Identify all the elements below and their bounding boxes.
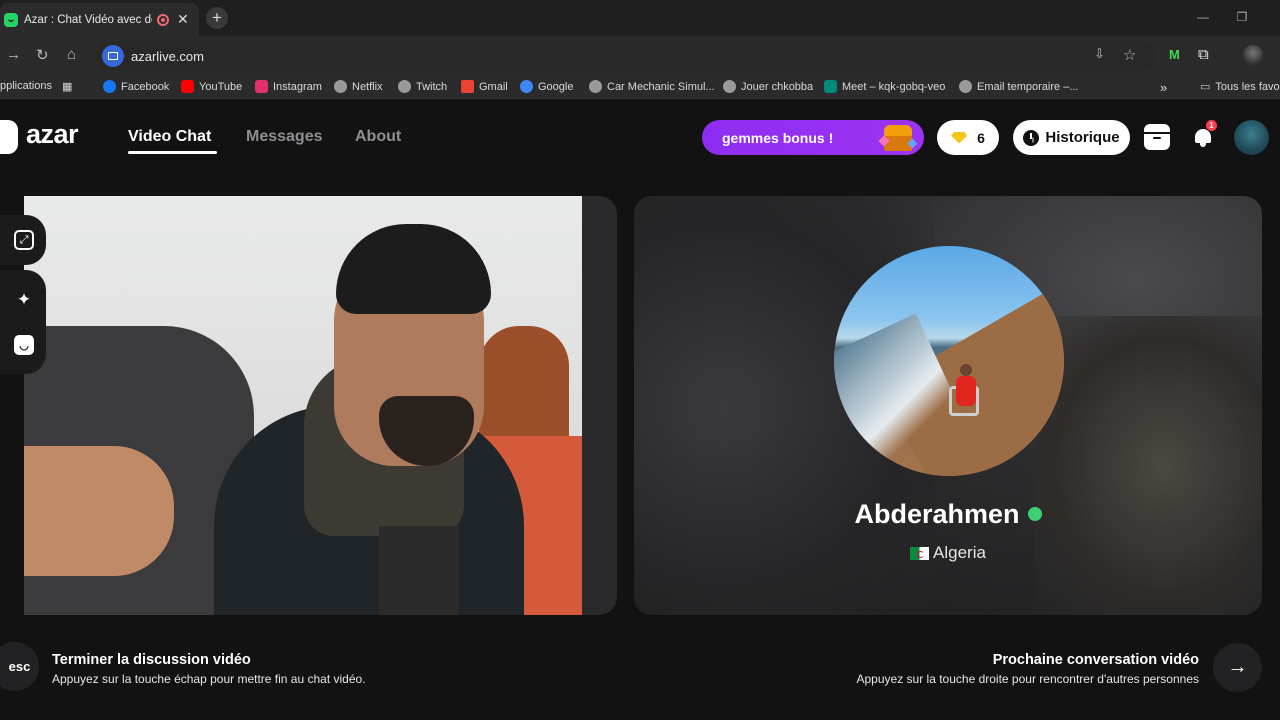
bookmark-car-mechanic[interactable]: Car Mechanic Simul...	[589, 80, 715, 93]
expand-icon[interactable]: ⤢	[14, 230, 34, 250]
tab-title: Azar : Chat Vidéo avec de n	[24, 13, 152, 26]
local-video-feed	[24, 196, 617, 615]
youtube-icon	[181, 80, 194, 93]
next-chat-hint: Appuyez sur la touche droite pour rencon…	[856, 672, 1200, 686]
bookmark-gmail[interactable]: Gmail	[461, 80, 508, 93]
azar-favicon-icon	[4, 12, 18, 27]
treasure-chest-icon	[878, 123, 918, 153]
bookmark-netflix[interactable]: Netflix	[334, 80, 383, 93]
apps-grid-icon[interactable]: ▦	[62, 80, 72, 93]
history-label: Historique	[1045, 129, 1120, 146]
gmail-icon	[461, 80, 474, 93]
bookmark-meet[interactable]: Meet – kqk-gobq-veo	[824, 80, 945, 93]
notification-badge: 1	[1206, 120, 1217, 131]
algeria-flag-icon	[910, 546, 930, 560]
nav-messages[interactable]: Messages	[246, 128, 323, 146]
facebook-icon	[103, 80, 116, 93]
partner-profile-photo	[834, 246, 1064, 476]
azar-logo[interactable]: azar	[26, 119, 79, 150]
bookmark-email-temp[interactable]: Email temporaire –...	[959, 80, 1078, 93]
expand-tool-panel: ⤢	[0, 215, 46, 265]
partner-country: Algeria	[634, 543, 1262, 563]
remote-video-feed: Abderahmen Algeria	[634, 196, 1262, 615]
address-bar[interactable]: azarlive.com	[96, 41, 1156, 71]
new-tab-button[interactable]: +	[206, 7, 228, 29]
forward-icon[interactable]: →	[6, 46, 21, 63]
end-chat-title: Terminer la discussion vidéo	[52, 652, 251, 668]
magic-wand-icon[interactable]: ✦	[14, 290, 34, 310]
user-avatar[interactable]	[1234, 120, 1269, 155]
bookmark-youtube[interactable]: YouTube	[181, 80, 242, 93]
bonus-gems-button[interactable]: gemmes bonus !	[702, 120, 924, 155]
partner-name: Abderahmen	[634, 499, 1262, 530]
restore-button[interactable]: ❐	[1222, 0, 1262, 34]
globe-icon	[334, 80, 347, 93]
browser-tab[interactable]: Azar : Chat Vidéo avec de n ✕	[0, 3, 199, 36]
bookmarks-overflow-icon[interactable]: »	[1160, 80, 1167, 95]
browser-toolbar: → ↻ ⌂ azarlive.com ⇩ ☆ M ⧉	[0, 36, 1280, 76]
globe-icon	[959, 80, 972, 93]
extension-m-icon[interactable]: M	[1169, 47, 1180, 62]
gems-count: 6	[977, 129, 985, 146]
gem-icon	[951, 131, 968, 144]
nav-video-chat[interactable]: Video Chat	[128, 128, 211, 146]
bookmarks-bar: pplications ▦ Facebook YouTube Instagram…	[0, 76, 1280, 100]
clock-icon	[1023, 129, 1040, 146]
bookmark-chkobba[interactable]: Jouer chkobba	[723, 80, 813, 93]
bookmark-star-icon[interactable]: ☆	[1123, 46, 1136, 64]
azar-logo-icon[interactable]	[0, 120, 18, 154]
all-bookmarks-folder[interactable]: ▭ Tous les favo	[1200, 80, 1280, 94]
bookmark-twitch[interactable]: Twitch	[398, 80, 447, 93]
bookmark-google[interactable]: Google	[520, 80, 573, 93]
site-info-icon[interactable]	[102, 45, 124, 67]
browser-tab-strip: Azar : Chat Vidéo avec de n ✕ + — ❐	[0, 0, 1280, 36]
globe-icon	[589, 80, 602, 93]
end-chat-hint: Appuyez sur la touche échap pour mettre …	[52, 672, 366, 686]
verified-icon	[1027, 506, 1042, 521]
bookmark-instagram[interactable]: Instagram	[255, 80, 322, 93]
nav-active-indicator	[128, 151, 217, 154]
azar-page: azar Video Chat Messages About gemmes bo…	[0, 100, 1280, 720]
next-chat-arrow-icon[interactable]: →	[1213, 643, 1262, 692]
bonus-label: gemmes bonus !	[722, 129, 834, 146]
effects-tool-panel: ✦ ◡	[0, 270, 46, 374]
end-chat-button[interactable]: esc	[0, 642, 39, 691]
google-icon	[520, 80, 533, 93]
nav-about[interactable]: About	[355, 128, 401, 146]
inbox-box-icon[interactable]	[1144, 124, 1170, 150]
url-text: azarlive.com	[131, 48, 204, 64]
globe-icon	[723, 80, 736, 93]
install-app-icon[interactable]: ⇩	[1094, 46, 1105, 62]
reload-icon[interactable]: ↻	[36, 46, 49, 64]
next-chat-title: Prochaine conversation vidéo	[992, 652, 1199, 668]
meet-icon	[824, 80, 837, 93]
bookmark-applications[interactable]: pplications	[0, 80, 52, 92]
folder-icon: ▭	[1200, 81, 1211, 93]
instagram-icon	[255, 80, 268, 93]
browser-profile-avatar[interactable]	[1243, 45, 1263, 65]
minimize-button[interactable]: —	[1183, 0, 1223, 34]
history-button[interactable]: Historique	[1013, 120, 1130, 155]
extensions-puzzle-icon[interactable]: ⧉	[1198, 46, 1209, 63]
tab-close-icon[interactable]: ✕	[177, 11, 189, 28]
gems-balance-button[interactable]: 6	[937, 120, 999, 155]
globe-icon	[398, 80, 411, 93]
face-filter-icon[interactable]: ◡	[14, 335, 34, 355]
recording-icon	[157, 13, 169, 26]
bookmark-facebook[interactable]: Facebook	[103, 80, 169, 93]
home-icon[interactable]: ⌂	[67, 46, 76, 63]
